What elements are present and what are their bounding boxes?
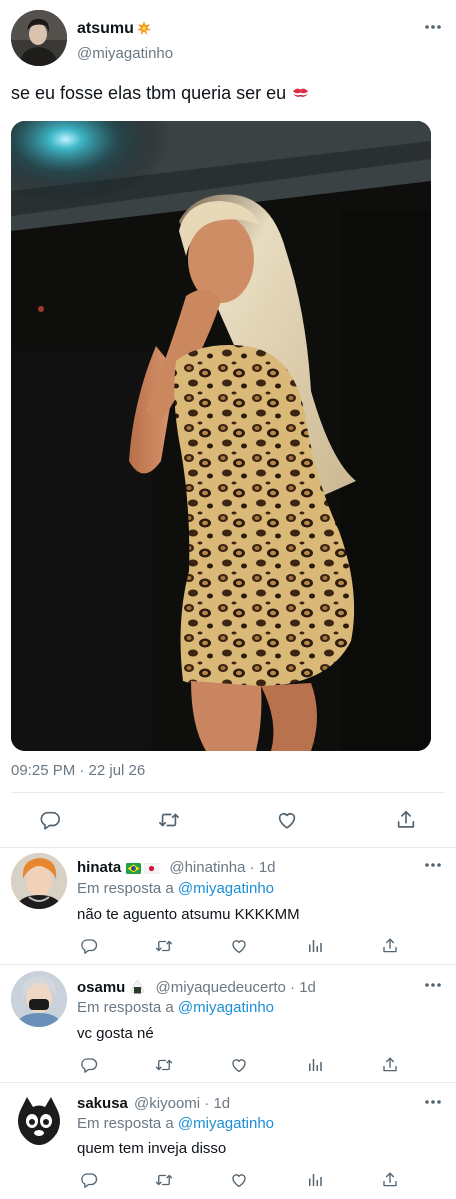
replying-to-label: Em resposta a [77,1115,174,1132]
retweet-button[interactable] [152,934,176,958]
stats-icon [306,1056,324,1074]
share-button[interactable] [378,1168,402,1192]
reply-text: vc gosta né [77,1025,154,1042]
handle[interactable]: @miyagatinho [77,45,173,62]
reply-icon [80,1171,98,1189]
like-button[interactable] [227,1053,251,1077]
more-options-icon[interactable] [423,22,443,32]
like-button[interactable] [227,1168,251,1192]
reply-text: quem tem inveja disso [77,1140,227,1157]
avatar[interactable] [11,10,67,66]
display-name[interactable]: sakusa [77,1095,128,1112]
photo-image [11,121,431,751]
reply-button[interactable] [77,934,101,958]
more-options-icon[interactable] [423,1097,443,1107]
reply-time[interactable]: 1d [299,979,316,996]
avatar-photo [11,971,67,1027]
retweet-icon [155,1056,173,1074]
share-button[interactable] [378,1053,402,1077]
reply-button[interactable] [77,1168,101,1192]
analytics-button[interactable] [303,934,327,958]
replying-to-link[interactable]: @miyagatinho [178,999,274,1016]
tweet-photo[interactable] [11,121,431,751]
divider [11,792,445,793]
share-button[interactable] [394,808,418,832]
retweet-button[interactable] [152,1053,176,1077]
replying-to: Em resposta a @miyagatinho [77,880,274,897]
like-icon [276,809,298,831]
reply-time[interactable]: 1d [259,859,276,876]
display-name[interactable]: osamu [77,979,125,996]
retweet-button[interactable] [152,1168,176,1192]
retweet-icon [155,937,173,955]
brazil-flag-emoji [126,863,142,874]
like-icon [230,937,248,955]
share-icon [381,1171,399,1189]
separator: · [204,1095,210,1112]
reply-header: hinata @hinatinha · 1d [77,859,276,876]
reply-text: não te aguento atsumu KKKKMM [77,906,300,923]
replying-to-link[interactable]: @miyagatinho [178,880,274,897]
reply-tweet[interactable]: hinata @hinatinha · 1d Em resposta a @mi… [0,848,456,965]
separator: · [249,859,255,876]
reply-header: sakusa @kiyoomi · 1d [77,1095,230,1112]
kiss-mark-emoji [293,88,309,97]
like-button[interactable] [227,934,251,958]
replying-to-label: Em resposta a [77,999,174,1016]
avatar-photo [11,1093,67,1149]
japan-flag-emoji [144,863,160,874]
share-icon [381,1056,399,1074]
tweet-text: se eu fosse elas tbm queria ser eu [11,83,309,104]
reply-button[interactable] [77,1053,101,1077]
share-icon [395,809,417,831]
replying-to: Em resposta a @miyagatinho [77,999,274,1016]
avatar[interactable] [11,853,67,909]
stats-icon [306,937,324,955]
handle[interactable]: @miyaquedeucerto [156,979,286,996]
like-button[interactable] [275,808,299,832]
handle[interactable]: @kiyoomi [134,1095,200,1112]
stats-icon [306,1171,324,1189]
main-tweet[interactable]: atsumu @miyagatinho se eu fosse elas tbm… [0,0,456,848]
share-button[interactable] [378,934,402,958]
reply-icon [39,809,61,831]
avatar[interactable] [11,971,67,1027]
replying-to-label: Em resposta a [77,880,174,897]
display-name[interactable]: atsumu [77,20,151,38]
share-icon [381,937,399,955]
avatar-photo [11,10,67,66]
more-options-icon[interactable] [423,860,443,870]
timestamp[interactable]: 09:25 PM · 22 jul 26 [11,762,145,779]
avatar[interactable] [11,1093,67,1149]
retweet-icon [158,809,180,831]
reply-tweet[interactable]: osamu @miyaquedeucerto · 1d Em resposta … [0,965,456,1083]
reply-icon [80,1056,98,1074]
separator: · [290,979,296,996]
like-icon [230,1171,248,1189]
replying-to: Em resposta a @miyagatinho [77,1115,274,1132]
analytics-button[interactable] [303,1168,327,1192]
reply-time[interactable]: 1d [213,1095,230,1112]
collision-emoji [136,21,151,35]
reply-button[interactable] [38,808,62,832]
reply-header: osamu @miyaquedeucerto · 1d [77,979,316,996]
retweet-icon [155,1171,173,1189]
handle[interactable]: @hinatinha [169,859,245,876]
analytics-button[interactable] [303,1053,327,1077]
avatar-photo [11,853,67,909]
retweet-button[interactable] [157,808,181,832]
display-name[interactable]: hinata [77,859,121,876]
reply-tweet[interactable]: sakusa @kiyoomi · 1d Em resposta a @miya… [0,1083,456,1199]
replying-to-link[interactable]: @miyagatinho [178,1115,274,1132]
rice-ball-emoji [130,980,145,994]
reply-icon [80,937,98,955]
more-options-icon[interactable] [423,980,443,990]
like-icon [230,1056,248,1074]
